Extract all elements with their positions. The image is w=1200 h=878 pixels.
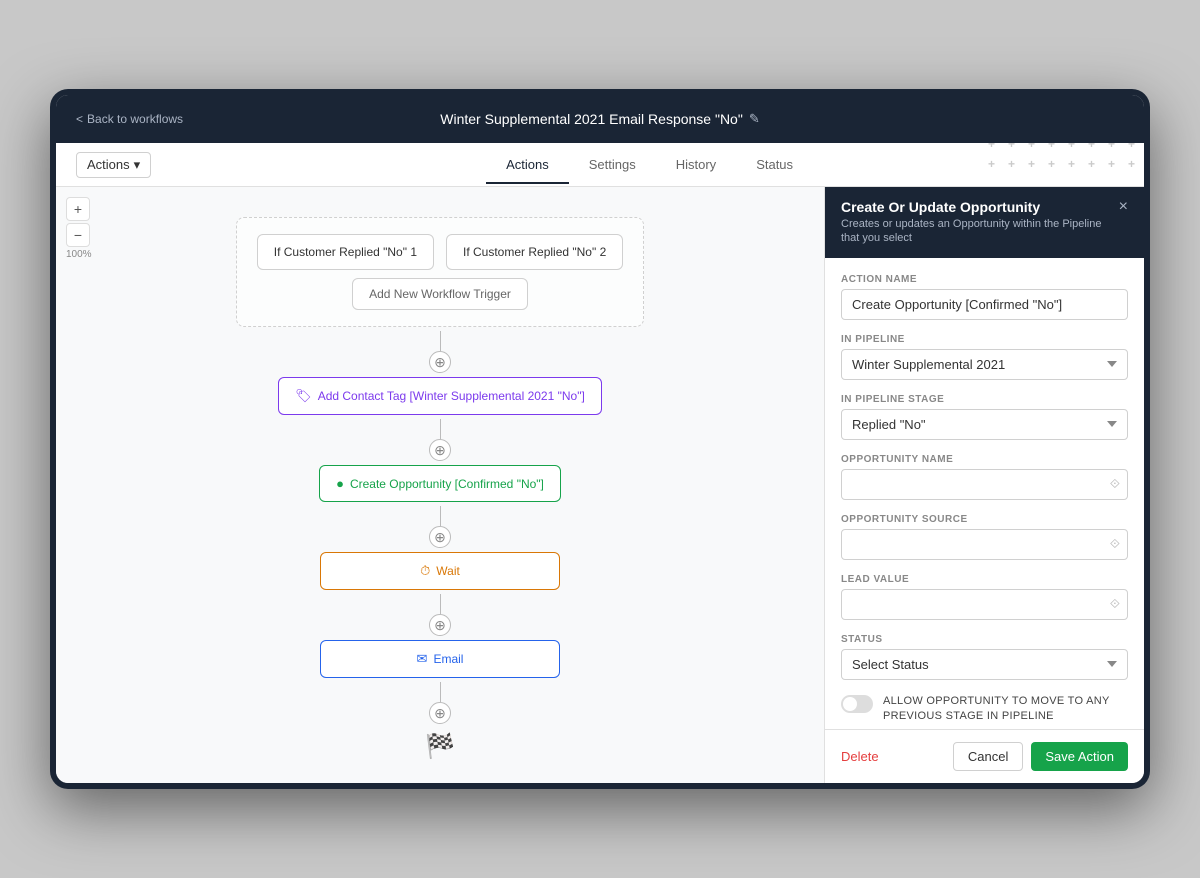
zoom-controls: + − 100% [66, 197, 92, 260]
toggle-previous-stage-label: ALLOW OPPORTUNITY TO MOVE TO ANY PREVIOU… [883, 694, 1128, 725]
add-action-button-2[interactable]: ⊕ [429, 439, 451, 461]
panel-body: ACTION NAME IN PIPELINE Winter Supplemen… [825, 258, 1144, 729]
tag-icon: ⟐ [1110, 536, 1120, 552]
footer-actions: Cancel Save Action [953, 742, 1128, 771]
in-pipeline-label: IN PIPELINE [841, 334, 1128, 345]
action-node-tag[interactable]: 🏷 Add Contact Tag [Winter Supplemental 2… [278, 377, 602, 415]
panel-footer: Delete Cancel Save Action [825, 729, 1144, 783]
end-flag: 🏁 [425, 732, 455, 761]
connector-1: ⊕ [429, 331, 451, 373]
lead-value-input-wrapper: ⟐ [841, 589, 1128, 620]
back-to-workflows-link[interactable]: Back to workflows [76, 112, 183, 126]
opportunity-source-group: OPPORTUNITY SOURCE ⟐ [841, 514, 1128, 560]
delete-button[interactable]: Delete [841, 749, 879, 764]
add-trigger-button[interactable]: Add New Workflow Trigger [352, 278, 528, 310]
connector-line [440, 594, 441, 614]
action-name-label: ACTION NAME [841, 274, 1128, 285]
status-group: STATUS Select Status [841, 634, 1128, 680]
action-name-group: ACTION NAME [841, 274, 1128, 320]
zoom-level-label: 100% [66, 249, 92, 260]
opportunity-icon: ● [336, 476, 344, 491]
status-select[interactable]: Select Status [841, 649, 1128, 680]
connector-line [440, 506, 441, 526]
close-panel-button[interactable]: × [1119, 199, 1128, 215]
chevron-down-icon: ▾ [134, 157, 141, 173]
add-action-button-1[interactable]: ⊕ [429, 351, 451, 373]
header-title: Winter Supplemental 2021 Email Response … [440, 111, 759, 127]
tab-status[interactable]: Status [736, 147, 813, 184]
trigger-box-2[interactable]: If Customer Replied "No" 2 [446, 234, 623, 270]
add-action-button-4[interactable]: ⊕ [429, 614, 451, 636]
opportunity-name-label: OPPORTUNITY NAME [841, 454, 1128, 465]
panel-header-text: Create Or Update Opportunity Creates or … [841, 199, 1119, 246]
connector-3: ⊕ [429, 506, 451, 548]
tag-icon: ⟐ [1110, 596, 1120, 612]
in-pipeline-stage-select[interactable]: Replied "No" [841, 409, 1128, 440]
opportunity-name-group: OPPORTUNITY NAME ⟐ [841, 454, 1128, 500]
main-content: + − 100% If Customer Replied "No" 1 If C… [56, 187, 1144, 783]
tag-icon: 🏷 [295, 388, 312, 404]
connector-5: ⊕ [429, 682, 451, 724]
lead-value-label: LEAD VALUE [841, 574, 1128, 585]
zoom-out-button[interactable]: − [66, 223, 90, 247]
wait-icon: ⏱ [420, 563, 430, 579]
in-pipeline-select[interactable]: Winter Supplemental 2021 [841, 349, 1128, 380]
tabs-navigation: Actions Settings History Status [175, 147, 1124, 183]
connector-line [440, 331, 441, 351]
toggle-previous-stage-group: ALLOW OPPORTUNITY TO MOVE TO ANY PREVIOU… [841, 694, 1128, 725]
in-pipeline-stage-group: IN PIPELINE STAGE Replied "No" [841, 394, 1128, 440]
opportunity-source-input-wrapper: ⟐ [841, 529, 1128, 560]
connector-line [440, 419, 441, 439]
zoom-in-button[interactable]: + [66, 197, 90, 221]
tag-icon: ⟐ [1110, 476, 1120, 492]
tab-settings[interactable]: Settings [569, 147, 656, 184]
actions-dropdown-button[interactable]: Actions ▾ [76, 152, 151, 178]
opportunity-source-input[interactable] [841, 529, 1128, 560]
connector-2: ⊕ [429, 419, 451, 461]
action-name-input[interactable] [841, 289, 1128, 320]
toggle-previous-stage[interactable] [841, 695, 873, 713]
panel-header: Create Or Update Opportunity Creates or … [825, 187, 1144, 258]
status-label: STATUS [841, 634, 1128, 645]
cancel-button[interactable]: Cancel [953, 742, 1023, 771]
save-action-button[interactable]: Save Action [1031, 742, 1128, 771]
lead-value-input[interactable] [841, 589, 1128, 620]
add-action-button-5[interactable]: ⊕ [429, 702, 451, 724]
email-icon: ✉ [417, 651, 428, 667]
tab-actions[interactable]: Actions [486, 147, 569, 184]
tab-history[interactable]: History [656, 147, 736, 184]
trigger-box-1[interactable]: If Customer Replied "No" 1 [257, 234, 434, 270]
connector-line [440, 682, 441, 702]
workflow-canvas: + − 100% If Customer Replied "No" 1 If C… [56, 187, 824, 783]
action-node-opportunity[interactable]: ● Create Opportunity [Confirmed "No"] [319, 465, 561, 502]
panel-subtitle: Creates or updates an Opportunity within… [841, 217, 1119, 246]
trigger-container: If Customer Replied "No" 1 If Customer R… [236, 217, 645, 327]
opportunity-source-label: OPPORTUNITY SOURCE [841, 514, 1128, 525]
in-pipeline-group: IN PIPELINE Winter Supplemental 2021 [841, 334, 1128, 380]
trigger-row: If Customer Replied "No" 1 If Customer R… [257, 234, 624, 270]
add-action-button-3[interactable]: ⊕ [429, 526, 451, 548]
in-pipeline-stage-label: IN PIPELINE STAGE [841, 394, 1128, 405]
tabs-bar: Actions ▾ Actions Settings History Statu… [56, 143, 1144, 187]
connector-4: ⊕ [429, 594, 451, 636]
opportunity-name-input[interactable] [841, 469, 1128, 500]
opportunity-name-input-wrapper: ⟐ [841, 469, 1128, 500]
app-header: Back to workflows Winter Supplemental 20… [56, 95, 1144, 143]
edit-title-icon[interactable]: ✎ [749, 111, 760, 127]
lead-value-group: LEAD VALUE ⟐ [841, 574, 1128, 620]
panel-title: Create Or Update Opportunity [841, 199, 1119, 215]
action-node-email[interactable]: ✉ Email [320, 640, 560, 678]
right-panel: Create Or Update Opportunity Creates or … [824, 187, 1144, 783]
workflow-area: If Customer Replied "No" 1 If Customer R… [216, 187, 665, 783]
action-node-wait[interactable]: ⏱ Wait [320, 552, 560, 590]
